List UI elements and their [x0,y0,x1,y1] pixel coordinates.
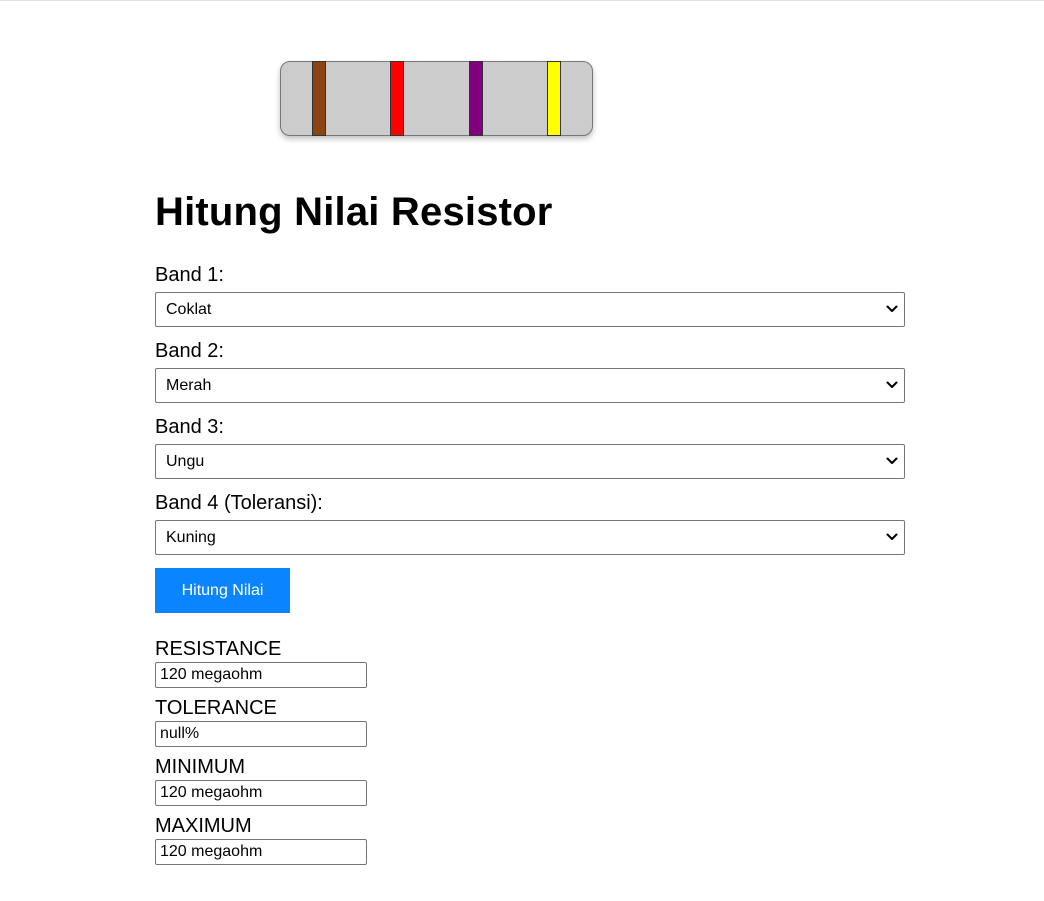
minimum-output[interactable] [155,780,367,806]
resistor-calculator-form: Hitung Nilai Resistor Band 1: Coklat Ban… [155,186,905,865]
band-2-label: Band 2: [155,340,224,362]
band-1-label: Band 1: [155,264,224,286]
band-2-select-wrapper: Merah [155,368,905,403]
resistance-output[interactable] [155,662,367,688]
results-section: RESISTANCE TOLERANCE MINIMUM MAXIMUM [155,637,905,865]
resistance-label: RESISTANCE [155,638,282,660]
band-3-select-wrapper: Ungu [155,444,905,479]
resistor-band-3 [469,61,483,136]
band-3-select[interactable]: Ungu [155,444,905,479]
calculate-button[interactable]: Hitung Nilai [155,568,290,613]
minimum-label: MINIMUM [155,756,245,778]
page-top-border [0,0,1044,1]
tolerance-label: TOLERANCE [155,697,277,719]
resistor-graphic [280,61,593,136]
resistor-band-1 [312,61,326,136]
maximum-label: MAXIMUM [155,815,252,837]
band-4-label: Band 4 (Toleransi): [155,492,323,514]
resistor-band-2 [390,61,404,136]
band-2-select[interactable]: Merah [155,368,905,403]
page-title: Hitung Nilai Resistor [155,190,553,234]
band-4-select-wrapper: Kuning [155,520,905,555]
band-1-select-wrapper: Coklat [155,292,905,327]
maximum-output[interactable] [155,839,367,865]
band-4-select[interactable]: Kuning [155,520,905,555]
band-3-label: Band 3: [155,416,224,438]
resistor-band-4 [547,61,561,136]
band-1-select[interactable]: Coklat [155,292,905,327]
tolerance-output[interactable] [155,721,367,747]
